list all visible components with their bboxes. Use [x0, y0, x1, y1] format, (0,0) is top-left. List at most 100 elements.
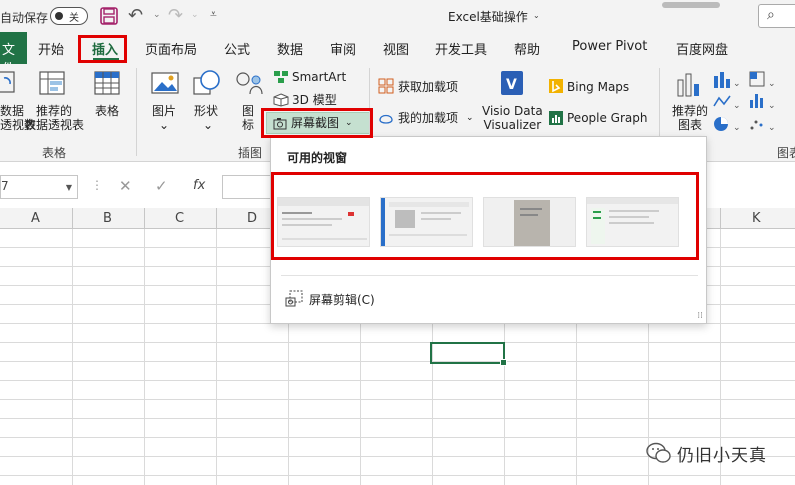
visio-data-visualizer-button[interactable]: Visio Data Visualizer — [482, 104, 543, 132]
svg-text:⌄: ⌄ — [768, 123, 776, 133]
autosave-toggle[interactable]: 关 — [50, 7, 88, 25]
svg-text:⌄: ⌄ — [768, 79, 776, 89]
customize-toolbar-icon[interactable]: ⩡ — [210, 7, 217, 22]
bing-maps-icon[interactable] — [548, 78, 564, 94]
tab-power-pivot[interactable]: Power Pivot — [572, 39, 647, 54]
column-header-d[interactable]: D — [247, 211, 257, 226]
pictures-dropdown-icon[interactable]: ⌄ — [159, 118, 169, 132]
svg-text:V: V — [506, 77, 517, 93]
my-addins-dropdown-icon[interactable]: ⌄ — [466, 111, 474, 125]
table-icon[interactable] — [93, 70, 121, 98]
smartart-button[interactable]: SmartArt — [292, 70, 346, 84]
column-header-divider — [720, 208, 721, 229]
enter-entry-icon[interactable]: ✓ — [155, 177, 168, 195]
tab-home[interactable]: 开始 — [38, 39, 64, 58]
tab-developer[interactable]: 开发工具 — [435, 39, 487, 58]
shapes-icon[interactable] — [192, 68, 222, 98]
my-addins-button[interactable]: 我的加载项 — [398, 111, 458, 125]
row-gridline — [0, 399, 795, 400]
column-header-a[interactable]: A — [31, 211, 40, 226]
row-gridline — [0, 475, 795, 476]
screen-clipping-label: 屏幕剪辑(C) — [309, 293, 375, 307]
pivot-table-icon[interactable] — [0, 70, 16, 94]
title-bar: 自动保存 关 ↶ ⌄ ↷ ⌄ ⩡ Excel基础操作 ⌄ ⌕ — [0, 0, 795, 32]
shapes-button[interactable]: 形状 — [194, 104, 218, 118]
selected-cell[interactable] — [430, 342, 507, 366]
tab-file[interactable]: 文件 — [0, 32, 27, 77]
search-box[interactable]: ⌕ — [758, 4, 795, 28]
row-gridline — [0, 418, 795, 419]
people-graph-icon[interactable] — [548, 110, 564, 126]
recommended-charts-icon[interactable] — [676, 70, 704, 98]
tab-formulas[interactable]: 公式 — [224, 39, 250, 58]
name-box-dropdown-icon[interactable]: ▼ — [66, 183, 72, 192]
column-header-k[interactable]: K — [752, 211, 761, 226]
save-icon[interactable] — [100, 7, 118, 25]
column-gridline — [216, 229, 217, 485]
svg-text:⌄: ⌄ — [768, 101, 776, 111]
recommended-pivot-button[interactable]: 推荐的 数据透视表 — [24, 104, 84, 132]
formula-bar-grip-icon: ⋮ — [91, 178, 103, 192]
3d-models-button[interactable]: 3D 模型 — [292, 93, 337, 107]
table-button[interactable]: 表格 — [95, 104, 119, 118]
document-title[interactable]: Excel基础操作 — [448, 8, 528, 25]
tab-data[interactable]: 数据 — [277, 39, 303, 58]
visio-icon[interactable]: V — [497, 70, 527, 96]
bing-maps-button[interactable]: Bing Maps — [567, 80, 629, 94]
row-gridline — [0, 361, 795, 362]
tab-review[interactable]: 审阅 — [330, 39, 356, 58]
redo-dropdown-icon[interactable]: ⌄ — [191, 10, 199, 20]
screen-clipping-button[interactable]: 屏幕剪辑(C) — [285, 290, 485, 308]
resize-grip-icon[interactable]: ⁞⁞ — [697, 311, 703, 321]
row-gridline — [0, 380, 795, 381]
wechat-icon — [646, 442, 671, 463]
cancel-entry-icon[interactable]: ✕ — [119, 177, 132, 195]
smartart-icon[interactable] — [273, 70, 289, 84]
sync-progress-bar — [662, 2, 720, 8]
dropdown-divider — [281, 275, 698, 276]
watermark-text: 仍旧小天真 — [677, 446, 767, 466]
undo-icon[interactable]: ↶ — [128, 5, 143, 26]
highlight-insert-tab — [78, 35, 127, 63]
autosave-state: 关 — [69, 13, 79, 24]
title-dropdown-icon[interactable]: ⌄ — [533, 11, 540, 20]
people-graph-button[interactable]: People Graph — [567, 111, 648, 125]
ribbon-separator — [136, 68, 137, 156]
recommended-pivot-icon[interactable] — [38, 70, 68, 98]
3d-models-icon[interactable] — [273, 93, 289, 107]
my-addins-icon[interactable] — [378, 110, 394, 126]
undo-dropdown-icon[interactable]: ⌄ — [153, 10, 161, 20]
svg-text:⌄: ⌄ — [733, 101, 741, 111]
svg-text:⌄: ⌄ — [733, 123, 741, 133]
charts-group-label: 图表 — [777, 146, 795, 160]
column-header-divider — [144, 208, 145, 229]
recommended-charts-button[interactable]: 推荐的 图表 — [672, 104, 708, 132]
name-box[interactable]: 7 ▼ — [0, 175, 78, 199]
search-icon: ⌕ — [767, 7, 775, 23]
redo-icon[interactable]: ↷ — [168, 5, 183, 26]
shapes-dropdown-icon[interactable]: ⌄ — [203, 118, 213, 132]
tab-help[interactable]: 帮助 — [514, 39, 540, 58]
get-addins-button[interactable]: 获取加载项 — [398, 80, 458, 94]
tab-view[interactable]: 视图 — [383, 39, 409, 58]
column-header-c[interactable]: C — [175, 211, 184, 226]
icons-button[interactable]: 图 标 — [242, 104, 254, 132]
illustrations-group-label: 插图 — [238, 146, 263, 160]
chart-types-icon[interactable]: ⌄ ⌄ ⌄ ⌄ ⌄ ⌄ — [712, 70, 792, 136]
tab-page-layout[interactable]: 页面布局 — [145, 39, 197, 58]
highlight-thumbnails — [271, 172, 699, 260]
pictures-button[interactable]: 图片 — [152, 104, 176, 118]
row-gridline — [0, 342, 795, 343]
name-box-value: 7 — [1, 179, 9, 193]
highlight-screenshot-button — [261, 108, 373, 138]
toggle-knob-icon — [55, 12, 63, 20]
pictures-icon[interactable] — [150, 70, 180, 98]
column-header-b[interactable]: B — [103, 211, 112, 226]
get-addins-icon[interactable] — [378, 78, 394, 94]
row-gridline — [0, 437, 795, 438]
tables-group-label: 表格 — [42, 146, 67, 160]
insert-function-button[interactable]: fx — [193, 178, 205, 193]
tab-baidu-netdisk[interactable]: 百度网盘 — [676, 39, 728, 58]
column-gridline — [144, 229, 145, 485]
icons-icon[interactable] — [234, 70, 264, 98]
